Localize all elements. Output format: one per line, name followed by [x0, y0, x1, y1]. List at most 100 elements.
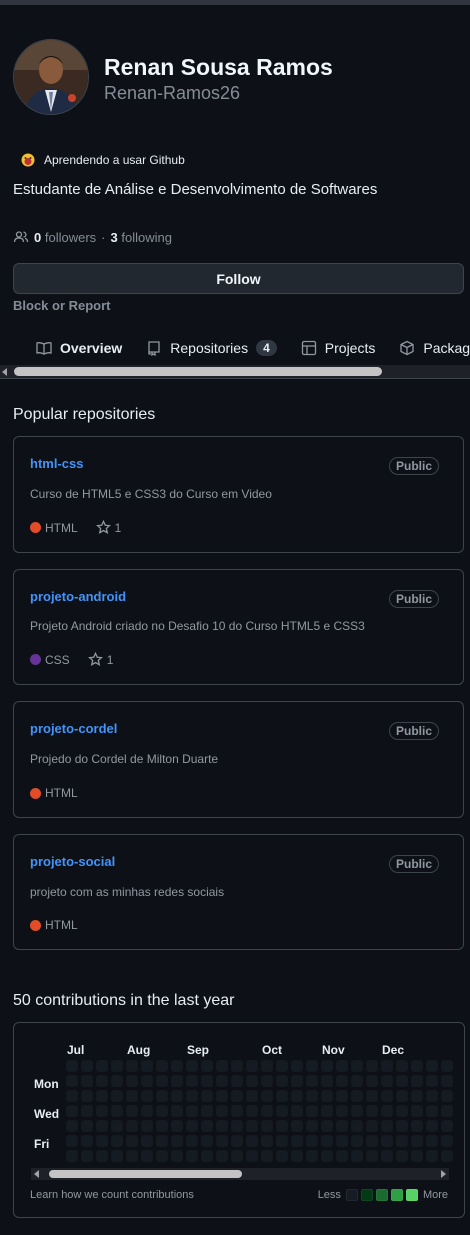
contribution-cell[interactable] — [276, 1120, 288, 1132]
contribution-cell[interactable] — [111, 1105, 123, 1117]
contribution-cell[interactable] — [246, 1075, 258, 1087]
contribution-cell[interactable] — [96, 1120, 108, 1132]
contribution-cell[interactable] — [66, 1120, 78, 1132]
contribution-cell[interactable] — [201, 1135, 213, 1147]
contribution-cell[interactable] — [96, 1105, 108, 1117]
scroll-left-arrow-icon[interactable] — [2, 368, 7, 376]
contribution-cell[interactable] — [126, 1135, 138, 1147]
contribution-cell[interactable] — [261, 1090, 273, 1102]
contribution-cell[interactable] — [306, 1090, 318, 1102]
contribution-cell[interactable] — [306, 1150, 318, 1162]
contribution-cell[interactable] — [141, 1060, 153, 1072]
contribution-cell[interactable] — [186, 1105, 198, 1117]
contribution-cell[interactable] — [426, 1150, 438, 1162]
contribution-cell[interactable] — [321, 1075, 333, 1087]
contribution-cell[interactable] — [126, 1090, 138, 1102]
contribution-cell[interactable] — [321, 1105, 333, 1117]
contribution-cell[interactable] — [441, 1150, 453, 1162]
avatar[interactable] — [13, 39, 89, 115]
following-link[interactable]: 3 following — [111, 230, 172, 245]
contribution-cell[interactable] — [111, 1090, 123, 1102]
contribution-cell[interactable] — [231, 1075, 243, 1087]
tab-repositories[interactable]: Repositories 4 — [134, 334, 289, 362]
contribution-cell[interactable] — [441, 1075, 453, 1087]
contribution-cell[interactable] — [246, 1150, 258, 1162]
scroll-left-arrow-icon[interactable] — [34, 1170, 39, 1178]
contribution-cell[interactable] — [306, 1120, 318, 1132]
contribution-cell[interactable] — [96, 1075, 108, 1087]
contribution-cell[interactable] — [66, 1105, 78, 1117]
contribution-cell[interactable] — [276, 1150, 288, 1162]
contribution-cell[interactable] — [351, 1150, 363, 1162]
contribution-cell[interactable] — [111, 1060, 123, 1072]
contribution-cell[interactable] — [381, 1120, 393, 1132]
contribution-cell[interactable] — [411, 1150, 423, 1162]
contribution-cell[interactable] — [426, 1105, 438, 1117]
contribution-cell[interactable] — [171, 1090, 183, 1102]
contribution-cell[interactable] — [81, 1060, 93, 1072]
contribution-cell[interactable] — [396, 1120, 408, 1132]
contribution-cell[interactable] — [186, 1075, 198, 1087]
contribution-cell[interactable] — [291, 1105, 303, 1117]
contribution-cell[interactable] — [366, 1060, 378, 1072]
contribution-cell[interactable] — [351, 1105, 363, 1117]
followers-link[interactable]: 0 followers — [34, 230, 96, 245]
contribution-cell[interactable] — [171, 1120, 183, 1132]
contribution-cell[interactable] — [156, 1060, 168, 1072]
contribution-cell[interactable] — [66, 1150, 78, 1162]
contribution-cell[interactable] — [216, 1060, 228, 1072]
contribution-cell[interactable] — [156, 1075, 168, 1087]
contribution-cell[interactable] — [336, 1105, 348, 1117]
contribution-cell[interactable] — [231, 1060, 243, 1072]
contribution-cell[interactable] — [96, 1090, 108, 1102]
contribution-cell[interactable] — [336, 1090, 348, 1102]
contribution-cell[interactable] — [351, 1090, 363, 1102]
contribution-cell[interactable] — [186, 1135, 198, 1147]
contribution-cell[interactable] — [306, 1060, 318, 1072]
contribution-cell[interactable] — [231, 1090, 243, 1102]
contribution-cell[interactable] — [276, 1060, 288, 1072]
contribution-cell[interactable] — [81, 1105, 93, 1117]
contribution-cell[interactable] — [441, 1090, 453, 1102]
contribution-cell[interactable] — [156, 1120, 168, 1132]
contribution-cell[interactable] — [336, 1075, 348, 1087]
contribution-cell[interactable] — [246, 1120, 258, 1132]
contribution-cell[interactable] — [351, 1060, 363, 1072]
contribution-cell[interactable] — [126, 1075, 138, 1087]
tab-overview[interactable]: Overview — [0, 334, 134, 362]
contribution-cell[interactable] — [411, 1075, 423, 1087]
contribution-cell[interactable] — [306, 1105, 318, 1117]
contribution-cell[interactable] — [246, 1060, 258, 1072]
contribution-cell[interactable] — [171, 1060, 183, 1072]
contribution-cell[interactable] — [336, 1150, 348, 1162]
contribution-cell[interactable] — [351, 1135, 363, 1147]
contribution-cell[interactable] — [261, 1120, 273, 1132]
contribution-cell[interactable] — [291, 1090, 303, 1102]
contribution-cell[interactable] — [81, 1120, 93, 1132]
contribution-cell[interactable] — [261, 1105, 273, 1117]
contribution-cell[interactable] — [411, 1090, 423, 1102]
contribution-cell[interactable] — [231, 1120, 243, 1132]
contribution-cell[interactable] — [186, 1060, 198, 1072]
contribution-cell[interactable] — [291, 1075, 303, 1087]
graph-scrollbar[interactable] — [31, 1168, 449, 1180]
contribution-cell[interactable] — [81, 1135, 93, 1147]
contribution-cell[interactable] — [96, 1135, 108, 1147]
contribution-cell[interactable] — [216, 1120, 228, 1132]
contribution-cell[interactable] — [321, 1060, 333, 1072]
contribution-cell[interactable] — [246, 1105, 258, 1117]
contribution-cell[interactable] — [141, 1090, 153, 1102]
contribution-cell[interactable] — [366, 1090, 378, 1102]
contribution-cell[interactable] — [411, 1060, 423, 1072]
contribution-cell[interactable] — [201, 1075, 213, 1087]
contribution-cell[interactable] — [291, 1060, 303, 1072]
contribution-cell[interactable] — [231, 1135, 243, 1147]
repo-stars-link[interactable]: 1 — [95, 520, 121, 535]
scrollbar-thumb[interactable] — [14, 367, 382, 376]
contribution-cell[interactable] — [321, 1090, 333, 1102]
contribution-cell[interactable] — [66, 1060, 78, 1072]
contribution-cell[interactable] — [81, 1150, 93, 1162]
repo-name-link[interactable]: projeto-cordel — [30, 721, 117, 736]
contribution-cell[interactable] — [216, 1150, 228, 1162]
contribution-cell[interactable] — [81, 1090, 93, 1102]
